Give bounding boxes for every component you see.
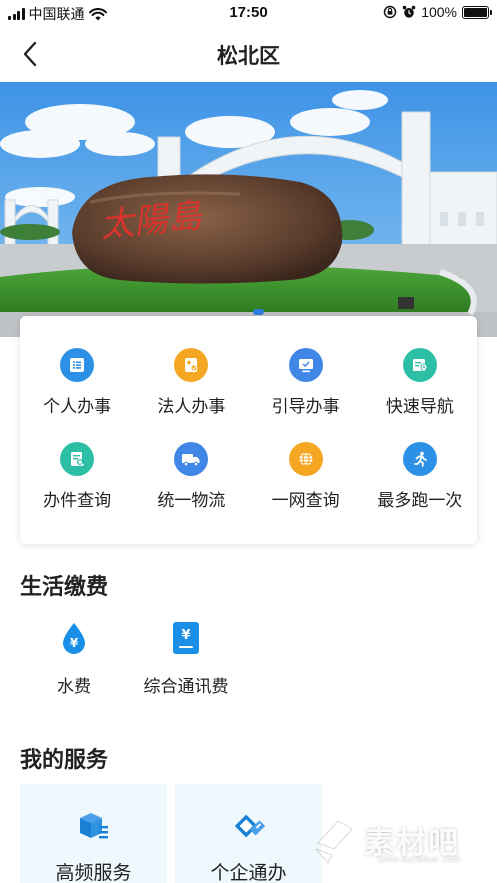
service-label: 引导办事 (271, 397, 340, 416)
status-right: 100% (383, 4, 492, 20)
section-title-my-services: 我的服务 (20, 747, 109, 772)
cube-list-icon (76, 810, 112, 844)
section-title-life: 生活缴费 (20, 574, 109, 599)
phone-bill-icon: ¥ (168, 620, 204, 656)
runner-icon (402, 442, 437, 476)
monitor-icon (288, 348, 323, 382)
service-card: 个人办事 法人办事 引导办事 快速导航 办件查询 统一物流 一网查询 最多跑一次 (20, 316, 477, 544)
battery-percent: 100% (421, 4, 457, 20)
service-label: 快速导航 (385, 397, 454, 416)
banner-image: 太陽島 (0, 82, 497, 337)
list-icon (60, 348, 95, 382)
document-search-icon (60, 442, 95, 476)
service-navigation[interactable]: 快速导航 (363, 332, 477, 426)
back-button[interactable] (14, 38, 46, 70)
watermark: 素材吧 www.sucaibar.com (312, 812, 482, 868)
my-service-high-frequency[interactable]: 高频服务 (20, 784, 167, 883)
life-item-telecom[interactable]: ¥ 综合通讯费 (128, 620, 244, 697)
watermark-logo-icon (315, 820, 353, 864)
service-logistics[interactable]: 统一物流 (134, 426, 248, 520)
service-label: 办件查询 (43, 491, 112, 510)
service-grid: 个人办事 法人办事 引导办事 快速导航 办件查询 统一物流 一网查询 最多跑一次 (20, 316, 477, 544)
service-label: 最多跑一次 (377, 491, 463, 510)
my-service-label: 高频服务 (55, 863, 132, 883)
svg-text:¥: ¥ (70, 636, 79, 650)
life-label: 综合通讯费 (143, 677, 229, 696)
service-personal[interactable]: 个人办事 (20, 332, 134, 426)
map-pin-icon (402, 348, 437, 382)
globe-icon (288, 442, 323, 476)
status-left: 中国联通 (8, 4, 107, 24)
alarm-icon (402, 5, 416, 18)
service-label: 一网查询 (271, 491, 340, 510)
service-case-query[interactable]: 办件查询 (20, 426, 134, 520)
service-guide[interactable]: 引导办事 (249, 332, 363, 426)
my-service-label: 个企通办 (210, 863, 287, 883)
svg-text:¥: ¥ (181, 628, 190, 643)
life-payment-row: ¥ 水费 ¥ 综合通讯费 (20, 620, 266, 697)
id-card-icon (174, 348, 209, 382)
water-drop-icon: ¥ (56, 620, 92, 656)
service-legal[interactable]: 法人办事 (134, 332, 248, 426)
page-title: 松北区 (217, 45, 280, 68)
service-label: 法人办事 (157, 397, 226, 416)
signal-icon (8, 8, 25, 20)
carrier-label: 中国联通 (28, 6, 85, 22)
carousel-indicator (253, 309, 264, 315)
banner-carousel[interactable]: 太陽島 (0, 82, 497, 337)
battery-icon (462, 5, 492, 19)
my-services-row: 高频服务 个企通办 (20, 784, 322, 883)
my-service-enterprise[interactable]: 个企通办 (175, 784, 322, 883)
status-bar: 中国联通 17:50 100% (0, 0, 497, 26)
rotation-lock-icon (383, 5, 397, 19)
tag-icon (231, 810, 267, 844)
life-item-water[interactable]: ¥ 水费 (20, 620, 128, 697)
service-label: 统一物流 (157, 491, 226, 510)
service-run-once[interactable]: 最多跑一次 (363, 426, 477, 520)
service-label: 个人办事 (43, 397, 112, 416)
service-online-query[interactable]: 一网查询 (249, 426, 363, 520)
truck-icon (174, 442, 209, 476)
chevron-left-icon (23, 41, 37, 67)
life-label: 水费 (57, 677, 91, 696)
watermark-url: www.sucaibar.com (378, 854, 461, 864)
wifi-icon (88, 7, 107, 20)
nav-bar: 松北区 (0, 26, 497, 82)
